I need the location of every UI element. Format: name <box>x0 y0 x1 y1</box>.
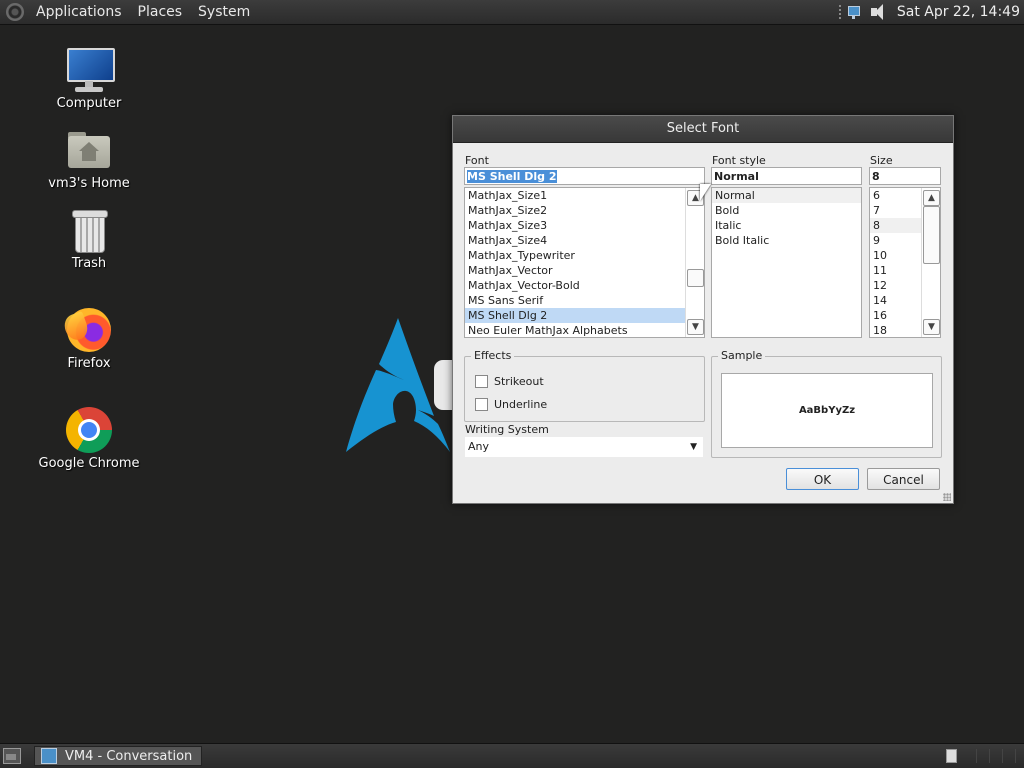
list-item[interactable]: Normal <box>712 188 861 203</box>
desktop-icon-computer[interactable]: Computer <box>29 46 149 111</box>
network-icon <box>41 748 57 764</box>
font-style-list[interactable]: Normal Bold Italic Bold Italic <box>711 187 862 338</box>
system-menu[interactable]: System <box>190 0 258 24</box>
chevron-down-icon: ▼ <box>690 442 697 452</box>
trash-icon <box>65 206 113 254</box>
scroll-up-icon[interactable]: ▲ <box>923 190 940 206</box>
underline-checkbox[interactable] <box>475 398 488 411</box>
desktop-icon-label: vm3's Home <box>48 176 130 191</box>
strikeout-checkbox[interactable] <box>475 375 488 388</box>
clock[interactable]: Sat Apr 22, 14:49 <box>897 4 1020 20</box>
font-list-scrollbar[interactable]: ▲ ▼ <box>685 188 704 337</box>
top-panel: Applications Places System Sat Apr 22, 1… <box>0 0 1024 25</box>
scroll-thumb[interactable] <box>923 206 940 264</box>
font-style-list-items: Normal Bold Italic Bold Italic <box>712 188 861 248</box>
places-menu[interactable]: Places <box>130 0 191 24</box>
list-item[interactable]: Bold Italic <box>712 233 861 248</box>
mouse-pointer-icon <box>700 184 711 201</box>
font-style-label: Font style <box>712 154 766 167</box>
dialog-title[interactable]: Select Font <box>453 116 953 143</box>
workspace-switcher[interactable] <box>964 749 1022 763</box>
taskbar-window-button[interactable]: VM4 - Conversation <box>34 746 202 766</box>
volume-icon[interactable] <box>869 3 887 21</box>
writing-system-select[interactable]: Any ▼ <box>465 437 703 457</box>
list-item[interactable]: MathJax_Vector <box>465 263 704 278</box>
size-label: Size <box>870 154 893 167</box>
list-item[interactable]: MS Shell Dlg 2 <box>465 308 704 323</box>
chrome-icon <box>65 406 113 454</box>
font-list[interactable]: MathJax_Size1 MathJax_Size2 MathJax_Size3 M… <box>464 187 705 338</box>
cancel-button[interactable]: Cancel <box>867 468 940 490</box>
list-item[interactable]: MathJax_Size2 <box>465 203 704 218</box>
font-input[interactable]: MS Shell Dlg 2 <box>464 167 705 185</box>
show-desktop-icon[interactable] <box>3 748 21 764</box>
desktop-icon-chrome[interactable]: Google Chrome <box>29 406 149 471</box>
underline-label: Underline <box>494 398 548 411</box>
size-input[interactable]: 8 <box>869 167 941 185</box>
home-folder-icon <box>65 126 113 174</box>
font-list-items: MathJax_Size1 MathJax_Size2 MathJax_Size3 M… <box>465 188 704 337</box>
desktop-icon-trash[interactable]: Trash <box>29 206 149 271</box>
ok-button[interactable]: OK <box>786 468 859 490</box>
font-style-input[interactable]: Normal <box>711 167 862 185</box>
scroll-down-icon[interactable]: ▼ <box>923 319 940 335</box>
sample-preview: AaBbYyZz <box>721 373 933 448</box>
arch-logo-text-fragment <box>434 360 452 410</box>
list-item[interactable]: Neo Euler MathJax Alphabets <box>465 323 704 337</box>
taskbar-window-title: VM4 - Conversation <box>65 748 193 764</box>
list-item[interactable]: MS Sans Serif <box>465 293 704 308</box>
effects-group: Effects Strikeout Underline <box>464 349 705 422</box>
strikeout-label: Strikeout <box>494 375 544 388</box>
desktop-icon-label: Google Chrome <box>38 456 140 471</box>
font-label: Font <box>465 154 489 167</box>
font-input-value: MS Shell Dlg 2 <box>467 170 557 183</box>
distro-logo-icon[interactable] <box>6 3 24 21</box>
desktop-icon-label: Firefox <box>67 356 111 371</box>
system-tray: Sat Apr 22, 14:49 <box>833 0 1024 24</box>
tray-separator <box>838 5 841 19</box>
desktop-icon-home[interactable]: vm3's Home <box>29 126 149 191</box>
writing-system-label: Writing System <box>465 423 549 436</box>
list-item[interactable]: MathJax_Vector-Bold <box>465 278 704 293</box>
desktop-icon-firefox[interactable]: Firefox <box>29 306 149 371</box>
firefox-icon <box>61 306 113 354</box>
desktop-icon-label: Computer <box>56 96 122 111</box>
list-item[interactable]: MathJax_Typewriter <box>465 248 704 263</box>
bottom-panel: VM4 - Conversation <box>0 743 1024 768</box>
select-font-dialog: Select Font Font MS Shell Dlg 2 MathJax_… <box>452 115 954 504</box>
resize-grip-icon[interactable] <box>943 493 951 501</box>
sample-title: Sample <box>718 349 766 362</box>
sample-group: Sample AaBbYyZz <box>711 349 942 458</box>
network-icon[interactable] <box>847 5 861 19</box>
size-list[interactable]: 6 7 8 9 10 11 12 14 16 18 ▲ ▼ <box>869 187 941 338</box>
list-item[interactable]: MathJax_Size1 <box>465 188 704 203</box>
scroll-thumb[interactable] <box>687 269 704 287</box>
computer-icon <box>65 46 115 94</box>
strikeout-checkbox-row[interactable]: Strikeout <box>475 375 544 388</box>
scroll-down-icon[interactable]: ▼ <box>687 319 704 335</box>
workspace-1[interactable] <box>946 749 957 763</box>
size-list-scrollbar[interactable]: ▲ ▼ <box>921 188 940 337</box>
list-item[interactable]: MathJax_Size3 <box>465 218 704 233</box>
list-item[interactable]: MathJax_Size4 <box>465 233 704 248</box>
writing-system-value: Any <box>468 440 490 453</box>
effects-title: Effects <box>471 349 515 362</box>
underline-checkbox-row[interactable]: Underline <box>475 398 547 411</box>
list-item[interactable]: Italic <box>712 218 861 233</box>
applications-menu[interactable]: Applications <box>28 0 130 24</box>
desktop-icon-label: Trash <box>71 256 107 271</box>
list-item[interactable]: Bold <box>712 203 861 218</box>
